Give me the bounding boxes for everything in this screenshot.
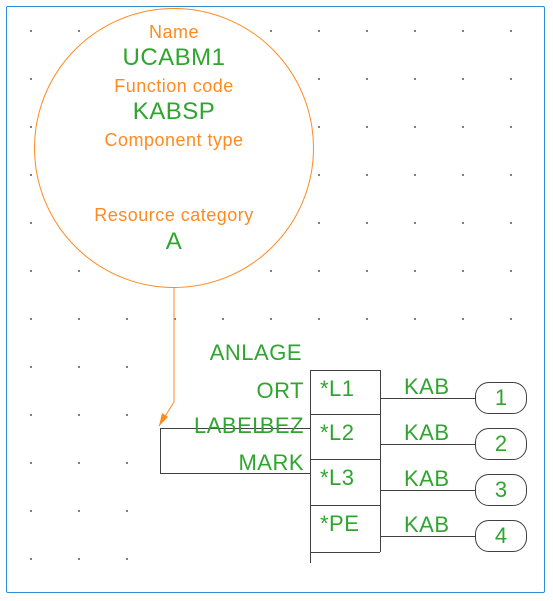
anlage-label: ANLAGE xyxy=(210,340,302,366)
name-label: Name xyxy=(149,22,199,43)
func-label: Function code xyxy=(114,76,234,97)
pin-name: KAB xyxy=(404,374,450,400)
pin-star: *PE xyxy=(320,511,359,537)
pin-star: *L1 xyxy=(320,376,355,402)
func-value: KABSP xyxy=(133,98,216,126)
bez-label: BEZ xyxy=(260,413,304,439)
mark-label: MARK xyxy=(238,450,304,476)
pin-number: 3 xyxy=(475,477,527,503)
pin-number: 2 xyxy=(475,431,527,457)
name-value: UCABM1 xyxy=(122,44,225,72)
bus-sep xyxy=(310,505,380,506)
bus-sep xyxy=(310,552,380,553)
pin-name: KAB xyxy=(404,420,450,446)
pin-number: 1 xyxy=(475,385,527,411)
res-value: A xyxy=(166,228,183,256)
bus-sep xyxy=(310,459,380,460)
bus-sep xyxy=(310,414,380,415)
diagram-canvas: Name UCABM1 Function code KABSP Componen… xyxy=(0,0,553,601)
comp-label: Component type xyxy=(104,130,243,151)
pin-name: KAB xyxy=(404,466,450,492)
spine-left xyxy=(160,428,161,473)
pin-name: KAB xyxy=(404,512,450,538)
label-label: LABEL xyxy=(194,413,265,439)
res-label: Resource category xyxy=(94,205,254,226)
pin-number: 4 xyxy=(475,523,527,549)
pin-star: *L3 xyxy=(320,465,355,491)
pin-bus-vline xyxy=(310,370,311,563)
bus-sep xyxy=(310,370,380,371)
pin-star: *L2 xyxy=(320,420,355,446)
ort-label: ORT xyxy=(256,378,304,404)
